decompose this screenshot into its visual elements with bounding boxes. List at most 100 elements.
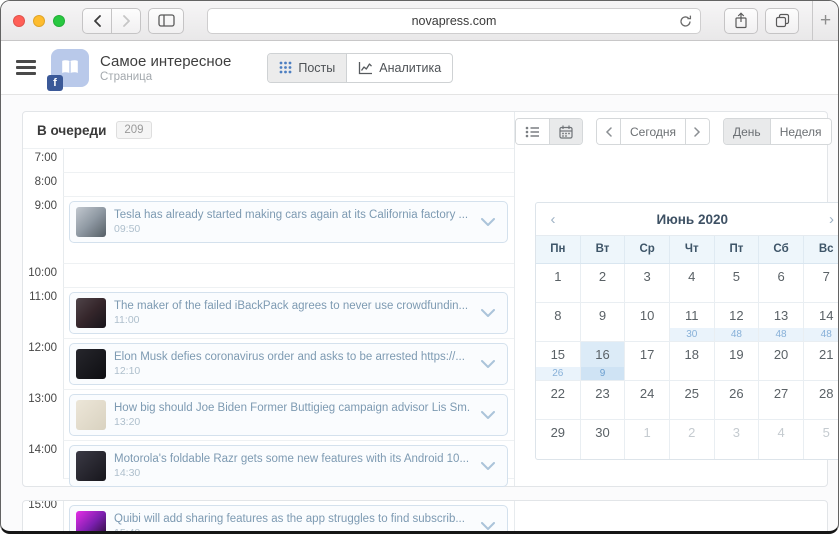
share-button[interactable] (724, 7, 758, 34)
calendar-day[interactable]: 29 (536, 420, 581, 459)
prev-month-button[interactable]: ‹ (536, 211, 570, 228)
scheduled-post[interactable]: The maker of the failed iBackPack agrees… (69, 292, 508, 334)
scheduled-post[interactable]: Quibi will add sharing features as the a… (69, 505, 508, 531)
calendar-day[interactable]: 3 (625, 264, 670, 303)
day-view-button[interactable]: День (724, 119, 770, 144)
post-time: 09:50 (114, 223, 141, 235)
calendar-day[interactable]: 11 30 (669, 303, 715, 342)
calendar-day[interactable]: 10 (625, 303, 670, 342)
calendar-day[interactable]: 7 (803, 264, 838, 303)
hour-slot[interactable] (63, 149, 514, 173)
day-number: 9 (598, 308, 607, 323)
day-number: 15 (550, 347, 566, 362)
post-expand-button[interactable] (481, 217, 495, 227)
weekday-label: Ср (625, 236, 670, 263)
calendar-day[interactable]: 16 9 (580, 342, 626, 381)
calendar-day[interactable]: 23 (580, 381, 626, 420)
calendar-day[interactable]: 15 26 (536, 342, 581, 381)
zoom-window-button[interactable] (53, 14, 65, 27)
calendar-day[interactable]: 13 48 (759, 303, 804, 342)
tab-analytics[interactable]: Аналитика (346, 53, 452, 82)
reload-button[interactable] (678, 14, 693, 29)
next-month-button[interactable]: › (815, 211, 838, 228)
calendar-day[interactable]: 12 48 (714, 303, 760, 342)
calendar-day[interactable]: 14 48 (803, 303, 838, 342)
page-avatar[interactable]: f (47, 48, 89, 91)
post-thumbnail (76, 511, 106, 531)
post-expand-button[interactable] (481, 308, 495, 318)
menu-button[interactable] (16, 60, 36, 75)
calendar-day[interactable]: 30 (581, 420, 626, 459)
minimize-window-button[interactable] (33, 14, 45, 27)
grid-icon (279, 61, 292, 74)
scheduled-post[interactable]: Tesla has already started making cars ag… (69, 201, 508, 243)
calendar-day[interactable]: 4 (669, 264, 715, 303)
post-count-badge: 30 (669, 328, 714, 341)
calendar-view-button[interactable] (549, 119, 582, 144)
calendar-day[interactable]: 2 (670, 420, 715, 459)
chevron-down-icon (481, 308, 495, 317)
hour-slot[interactable]: How big should Joe Biden Former Buttigie… (63, 390, 514, 441)
forward-button[interactable] (111, 7, 141, 34)
hour-slot[interactable]: The maker of the failed iBackPack agrees… (63, 288, 514, 339)
timeline-column-continued: 15:00 Quibi will add sharing features as … (23, 501, 514, 531)
day-number: 2 (688, 425, 696, 440)
scheduled-post[interactable]: Motorola's foldable Razr gets some new f… (69, 445, 508, 487)
hour-slot[interactable]: Tesla has already started making cars ag… (63, 197, 514, 264)
post-count-badge: 48 (714, 328, 759, 341)
week-view-button[interactable]: Неделя (769, 119, 831, 144)
hour-label: 13:00 (28, 393, 57, 405)
calendar-day[interactable]: 18 (669, 342, 715, 381)
weekday-label: Вт (581, 236, 626, 263)
tab-overview-button[interactable] (765, 7, 799, 34)
hour-slot[interactable]: Elon Musk defies coronavirus order and a… (63, 339, 514, 390)
back-button[interactable] (82, 7, 112, 34)
calendar-day[interactable]: 26 (714, 381, 760, 420)
prev-day-button[interactable] (597, 119, 620, 144)
weekday-label: Чт (670, 236, 715, 263)
post-expand-button[interactable] (481, 410, 495, 420)
hour-slot[interactable] (63, 173, 514, 197)
day-number: 25 (684, 386, 699, 401)
tab-posts[interactable]: Посты (268, 53, 347, 82)
calendar-day[interactable]: 28 (803, 381, 838, 420)
calendar-day[interactable]: 4 (759, 420, 804, 459)
new-tab-button[interactable]: + (812, 1, 838, 41)
post-expand-button[interactable] (481, 359, 495, 369)
url-bar[interactable]: novapress.com (207, 7, 701, 34)
calendar-day[interactable]: 1 (625, 420, 670, 459)
calendar-day[interactable]: 9 (580, 303, 626, 342)
hour-slot[interactable]: Motorola's foldable Razr gets some new f… (63, 441, 514, 487)
calendar-day[interactable]: 19 (714, 342, 760, 381)
next-day-button[interactable] (685, 119, 709, 144)
calendar-day[interactable]: 5 (804, 420, 838, 459)
day-number: 5 (822, 425, 830, 440)
post-thumbnail (76, 400, 106, 430)
calendar-day[interactable]: 6 (759, 264, 804, 303)
list-view-button[interactable] (516, 119, 549, 144)
calendar-day[interactable]: 3 (715, 420, 760, 459)
calendar-day[interactable]: 17 (625, 342, 670, 381)
calendar-day[interactable]: 25 (669, 381, 715, 420)
calendar-day[interactable]: 22 (536, 381, 581, 420)
hour-slot[interactable]: Quibi will add sharing features as the a… (63, 501, 514, 531)
calendar-day[interactable]: 20 (759, 342, 804, 381)
timeline-row: 11:00 The maker of the failed iBackPack a… (23, 288, 514, 339)
post-text: Elon Musk defies coronavirus order and a… (114, 351, 475, 377)
calendar-day[interactable]: 24 (625, 381, 670, 420)
sidebar-toggle-button[interactable] (148, 7, 184, 34)
calendar-day[interactable]: 27 (759, 381, 804, 420)
calendar-day[interactable]: 1 (536, 264, 581, 303)
calendar-day[interactable]: 21 (803, 342, 838, 381)
today-button[interactable]: Сегодня (620, 119, 685, 144)
day-number: 12 (729, 308, 744, 323)
calendar-day[interactable]: 2 (580, 264, 626, 303)
calendar-day[interactable]: 8 (536, 303, 581, 342)
scheduled-post[interactable]: Elon Musk defies coronavirus order and a… (69, 343, 508, 385)
post-expand-button[interactable] (481, 521, 495, 531)
close-window-button[interactable] (13, 14, 25, 27)
post-expand-button[interactable] (481, 461, 495, 471)
hour-slot[interactable] (63, 264, 514, 288)
scheduled-post[interactable]: How big should Joe Biden Former Buttigie… (69, 394, 508, 436)
calendar-day[interactable]: 5 (714, 264, 760, 303)
